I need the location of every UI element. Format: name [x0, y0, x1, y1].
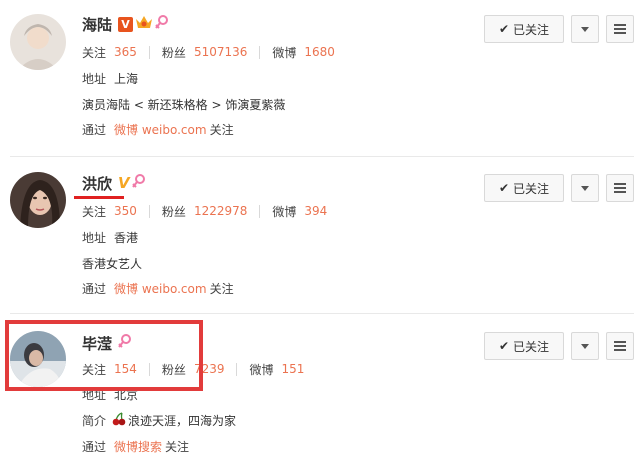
- check-icon: ✔: [498, 22, 510, 36]
- verified-badge-icon: V: [118, 16, 134, 32]
- fans-count[interactable]: 5107136: [194, 45, 247, 59]
- check-icon: ✔: [498, 339, 510, 353]
- divider: [259, 45, 261, 59]
- source-row: 通过 微博搜索 关注: [82, 438, 189, 454]
- source-prefix: 通过: [82, 281, 107, 296]
- weibo-count[interactable]: 1680: [304, 45, 335, 59]
- source-link[interactable]: 微博搜索: [114, 438, 162, 455]
- location-value: 上海: [114, 71, 139, 86]
- cherry-icon: [112, 411, 126, 429]
- menu-icon: [614, 181, 626, 195]
- weibo-label: 微博: [272, 45, 297, 60]
- crown-icon: [135, 14, 153, 34]
- fans-label: 粉丝: [161, 45, 186, 60]
- source-prefix: 通过: [82, 122, 107, 137]
- followed-button[interactable]: ✔ 已关注: [484, 174, 564, 202]
- weibo-label: 微博: [249, 362, 274, 377]
- source-link[interactable]: 微博 weibo.com: [114, 121, 207, 138]
- annotation-underline: [74, 196, 124, 199]
- female-icon: [131, 173, 146, 193]
- intro-label: 简介: [82, 413, 107, 428]
- menu-button[interactable]: [606, 15, 634, 43]
- divider: [148, 45, 150, 59]
- source-suffix: 关注: [165, 439, 190, 454]
- source-link[interactable]: 微博 weibo.com: [114, 280, 207, 297]
- chevron-down-icon: [581, 185, 589, 191]
- user-card: 洪欣 V 关注 350 粉丝 1222978 微博 394 地址 香港 香港女艺…: [0, 157, 640, 314]
- weibo-count[interactable]: 394: [304, 204, 327, 218]
- followed-button[interactable]: ✔ 已关注: [484, 15, 564, 43]
- dropdown-button[interactable]: [571, 332, 599, 360]
- location-row: 地址 上海: [82, 70, 138, 86]
- chevron-down-icon: [581, 343, 589, 349]
- check-icon: ✔: [498, 181, 510, 195]
- bio-text: 演员海陆 < 新还珠格格 > 饰演夏紫薇: [82, 97, 286, 112]
- divider: [236, 362, 238, 376]
- followed-label: 已关注: [513, 181, 550, 196]
- annotation-box: [5, 320, 203, 391]
- stats-row: 关注 350 粉丝 1222978 微博 394: [82, 203, 327, 219]
- location-value: 香港: [114, 230, 139, 245]
- menu-button[interactable]: [606, 174, 634, 202]
- intro-row: 简介 浪迹天涯，四海为家: [82, 411, 237, 429]
- menu-icon: [614, 22, 626, 36]
- bio-row: 香港女艺人: [82, 255, 142, 271]
- following-count[interactable]: 365: [114, 45, 137, 59]
- bio-text: 香港女艺人: [82, 256, 143, 271]
- weibo-count[interactable]: 151: [282, 362, 305, 376]
- weibo-label: 微博: [272, 204, 297, 219]
- location-label: 地址: [82, 71, 107, 86]
- followed-button[interactable]: ✔ 已关注: [484, 332, 564, 360]
- dropdown-button[interactable]: [571, 174, 599, 202]
- intro-text: 浪迹天涯，四海为家: [128, 413, 237, 428]
- divider: [148, 204, 150, 218]
- following-label: 关注: [82, 204, 107, 219]
- user-name[interactable]: 海陆: [82, 14, 112, 35]
- user-card: 海陆 V 关注 365 粉丝 5107136 微博 1680 地址 上海 演员海…: [0, 0, 640, 157]
- stats-row: 关注 365 粉丝 5107136 微博 1680: [82, 44, 335, 60]
- menu-icon: [614, 339, 626, 353]
- source-suffix: 关注: [209, 281, 234, 296]
- followed-label: 已关注: [513, 22, 550, 37]
- source-suffix: 关注: [209, 122, 234, 137]
- divider: [259, 204, 261, 218]
- menu-button[interactable]: [606, 332, 634, 360]
- followed-label: 已关注: [513, 339, 550, 354]
- female-icon: [155, 14, 169, 34]
- avatar[interactable]: [10, 172, 66, 228]
- source-prefix: 通过: [82, 439, 107, 454]
- user-name[interactable]: 洪欣: [82, 173, 112, 194]
- location-row: 地址 香港: [82, 229, 138, 245]
- following-label: 关注: [82, 45, 107, 60]
- location-label: 地址: [82, 230, 107, 245]
- source-row: 通过 微博 weibo.com 关注: [82, 280, 234, 296]
- avatar[interactable]: [10, 14, 66, 70]
- chevron-down-icon: [581, 26, 589, 32]
- dropdown-button[interactable]: [571, 15, 599, 43]
- bio-row: 演员海陆 < 新还珠格格 > 饰演夏紫薇: [82, 96, 285, 112]
- verified-badge-icon: V: [118, 174, 130, 192]
- fans-count[interactable]: 1222978: [194, 204, 247, 218]
- following-count[interactable]: 350: [114, 204, 137, 218]
- source-row: 通过 微博 weibo.com 关注: [82, 121, 234, 137]
- fans-label: 粉丝: [161, 204, 186, 219]
